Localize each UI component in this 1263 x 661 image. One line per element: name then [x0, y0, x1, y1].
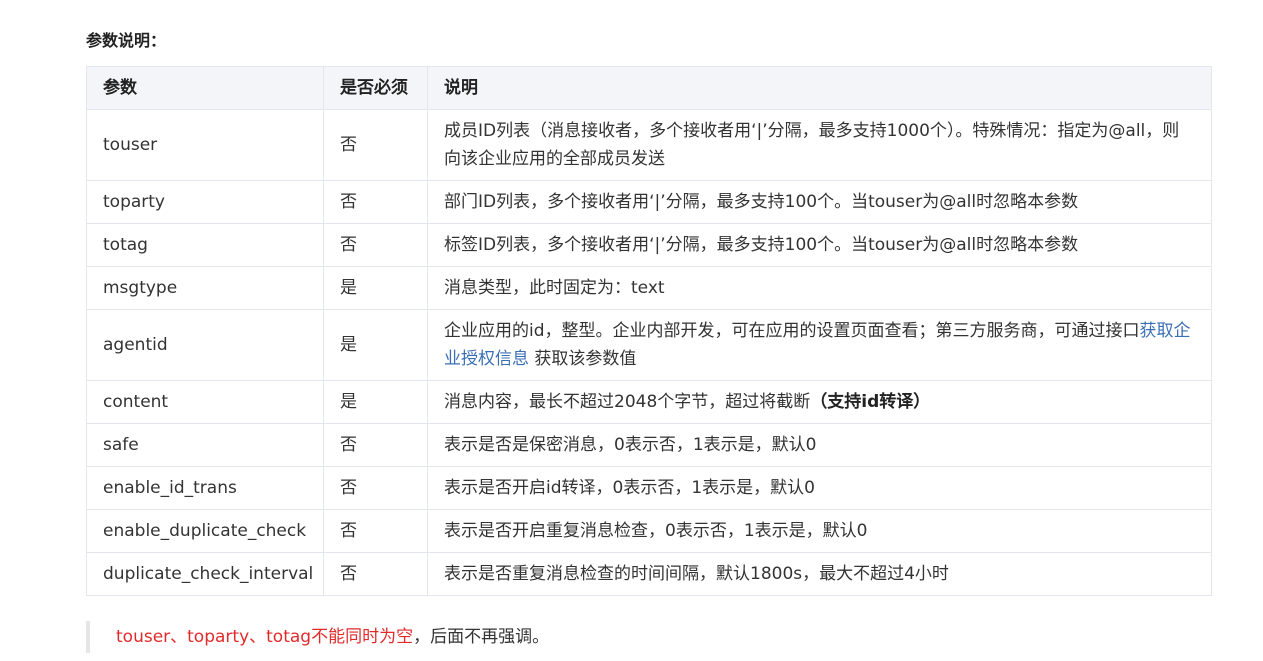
param-name: totag: [86, 223, 324, 267]
param-required: 是: [323, 380, 428, 424]
param-name: msgtype: [86, 266, 324, 310]
table-row: toparty 否 部门ID列表，多个接收者用‘|’分隔，最多支持100个。当t…: [86, 180, 1212, 224]
param-name: enable_duplicate_check: [86, 509, 324, 553]
table-row: safe 否 表示是否是保密消息，0表示否，1表示是，默认0: [86, 423, 1212, 467]
param-required: 是: [323, 266, 428, 310]
table-row: duplicate_check_interval 否 表示是否重复消息检查的时间…: [86, 552, 1212, 596]
table-row: content 是 消息内容，最长不超过2048个字节，超过将截断（支持id转译…: [86, 380, 1212, 424]
table-row: msgtype 是 消息类型，此时固定为：text: [86, 266, 1212, 310]
description-text: 消息内容，最长不超过2048个字节，超过将截断: [444, 392, 811, 412]
param-required: 是: [323, 309, 428, 381]
param-required: 否: [323, 466, 428, 510]
param-name: touser: [86, 109, 324, 181]
param-required: 否: [323, 223, 428, 267]
param-required: 否: [323, 509, 428, 553]
param-description: 成员ID列表（消息接收者，多个接收者用‘|’分隔，最多支持1000个）。特殊情况…: [427, 109, 1212, 181]
section-title: 参数说明：: [86, 31, 167, 50]
param-description: 消息内容，最长不超过2048个字节，超过将截断（支持id转译）: [427, 380, 1212, 424]
param-description: 表示是否是保密消息，0表示否，1表示是，默认0: [427, 423, 1212, 467]
header-param: 参数: [86, 66, 324, 110]
param-description: 表示是否开启重复消息检查，0表示否，1表示是，默认0: [427, 509, 1212, 553]
param-required: 否: [323, 423, 428, 467]
param-name: safe: [86, 423, 324, 467]
header-required: 是否必须: [323, 66, 428, 110]
param-name: toparty: [86, 180, 324, 224]
param-required: 否: [323, 552, 428, 596]
param-description: 部门ID列表，多个接收者用‘|’分隔，最多支持100个。当touser为@all…: [427, 180, 1212, 224]
param-description: 表示是否重复消息检查的时间间隔，默认1800s，最大不超过4小时: [427, 552, 1212, 596]
parameters-table: 参数 是否必须 说明 touser 否 成员ID列表（消息接收者，多个接收者用‘…: [86, 66, 1212, 596]
param-required: 否: [323, 109, 428, 181]
note-highlight: touser、toparty、totag不能同时为空: [116, 627, 414, 647]
header-description: 说明: [427, 66, 1212, 110]
param-description: 表示是否开启id转译，0表示否，1表示是，默认0: [427, 466, 1212, 510]
description-text: 获取该参数值: [529, 349, 637, 369]
param-description: 消息类型，此时固定为：text: [427, 266, 1212, 310]
param-name: enable_id_trans: [86, 466, 324, 510]
param-description: 标签ID列表，多个接收者用‘|’分隔，最多支持100个。当touser为@all…: [427, 223, 1212, 267]
param-required: 否: [323, 180, 428, 224]
table-row: agentid 是 企业应用的id，整型。企业内部开发，可在应用的设置页面查看；…: [86, 309, 1212, 381]
note-blockquote: touser、toparty、totag不能同时为空，后面不再强调。: [86, 621, 549, 653]
param-name: agentid: [86, 309, 324, 381]
param-name: duplicate_check_interval: [86, 552, 324, 596]
param-name: content: [86, 380, 324, 424]
id-trans-support-note: （支持id转译）: [810, 392, 931, 412]
table-row: touser 否 成员ID列表（消息接收者，多个接收者用‘|’分隔，最多支持10…: [86, 109, 1212, 181]
table-row: enable_duplicate_check 否 表示是否开启重复消息检查，0表…: [86, 509, 1212, 553]
param-description: 企业应用的id，整型。企业内部开发，可在应用的设置页面查看；第三方服务商，可通过…: [427, 309, 1212, 381]
table-row: totag 否 标签ID列表，多个接收者用‘|’分隔，最多支持100个。当tou…: [86, 223, 1212, 267]
table-header-row: 参数 是否必须 说明: [86, 66, 1212, 110]
description-text: 企业应用的id，整型。企业内部开发，可在应用的设置页面查看；第三方服务商，可通过…: [444, 321, 1140, 341]
note-text: ，后面不再强调。: [413, 627, 550, 647]
table-row: enable_id_trans 否 表示是否开启id转译，0表示否，1表示是，默…: [86, 466, 1212, 510]
